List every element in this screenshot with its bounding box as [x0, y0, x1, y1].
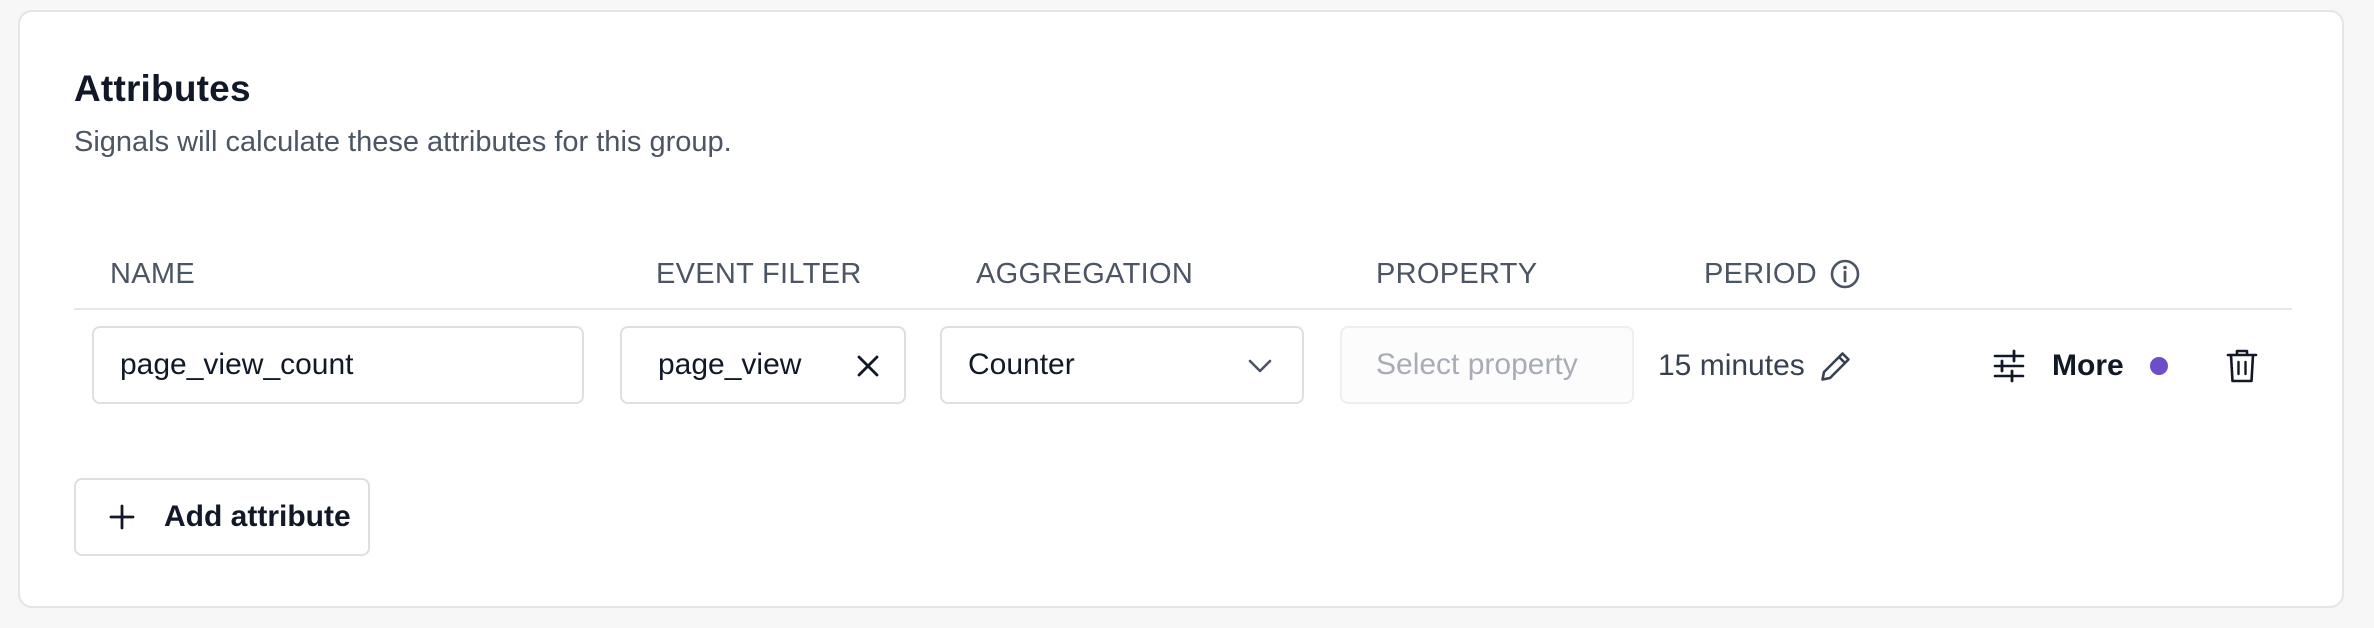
attribute-name-input[interactable]: page_view_count [92, 326, 584, 404]
header-property: PROPERTY [1376, 238, 1537, 310]
section-subtitle: Signals will calculate these attributes … [74, 126, 732, 158]
status-dot [2149, 357, 2168, 375]
more-button[interactable]: More [1992, 338, 2168, 394]
event-filter-value: page_view [658, 348, 802, 381]
aggregation-select[interactable]: Counter [940, 326, 1304, 404]
add-attribute-button[interactable]: Add attribute [74, 478, 370, 556]
attributes-card: Attributes Signals will calculate these … [18, 10, 2344, 608]
pencil-icon[interactable] [1817, 347, 1855, 385]
trash-icon [2225, 347, 2259, 385]
header-period: PERIOD [1704, 238, 1861, 310]
add-attribute-label: Add attribute [164, 500, 351, 533]
header-property-label: PROPERTY [1376, 257, 1538, 290]
property-placeholder: Select property [1376, 348, 1578, 381]
property-select[interactable]: Select property [1340, 326, 1634, 404]
more-label: More [2052, 349, 2124, 382]
close-icon[interactable] [848, 346, 888, 386]
event-filter-field[interactable]: page_view [620, 326, 906, 404]
aggregation-value: Counter [968, 348, 1075, 381]
sliders-icon [1992, 349, 2026, 383]
info-icon[interactable] [1829, 258, 1861, 290]
table-header: NAME EVENT FILTER AGGREGATION PROPERTY P… [74, 238, 2292, 310]
period-display: 15 minutes [1658, 338, 1855, 394]
chevron-down-icon [1244, 350, 1276, 382]
header-event-filter: EVENT FILTER [656, 238, 862, 310]
header-period-label: PERIOD [1704, 257, 1817, 290]
header-aggregation-label: AGGREGATION [976, 257, 1194, 290]
header-name: NAME [110, 238, 195, 310]
delete-attribute-button[interactable] [2218, 342, 2266, 390]
header-aggregation: AGGREGATION [976, 238, 1193, 310]
attribute-name-value: page_view_count [120, 348, 354, 381]
period-value: 15 minutes [1658, 349, 1805, 382]
section-title: Attributes [74, 68, 251, 109]
header-name-label: NAME [110, 257, 195, 290]
plus-icon [102, 497, 142, 537]
header-event-filter-label: EVENT FILTER [656, 257, 862, 290]
